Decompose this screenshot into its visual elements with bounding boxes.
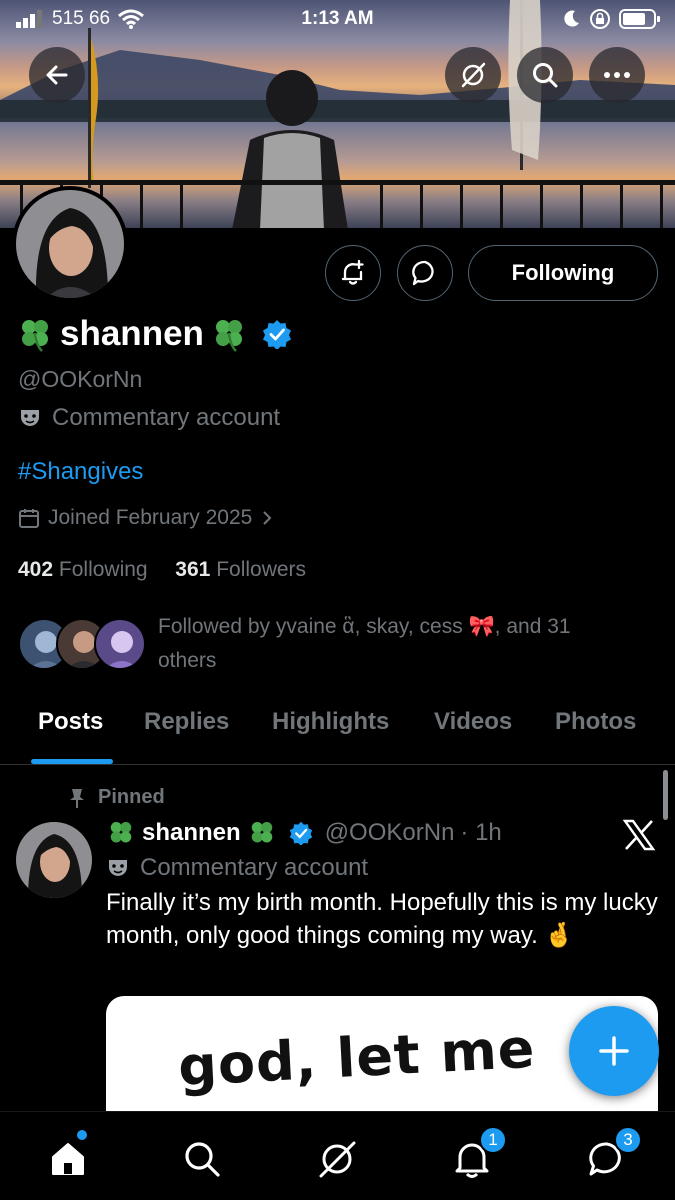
- post-author-avatar[interactable]: [16, 822, 92, 898]
- nav-search[interactable]: [177, 1134, 227, 1184]
- calendar-icon: [19, 509, 39, 528]
- scrollbar[interactable]: [663, 770, 668, 820]
- moon-icon: [564, 10, 579, 27]
- status-right: [561, 8, 661, 30]
- notifications-badge: 1: [479, 1126, 507, 1154]
- search-icon: [185, 1142, 220, 1177]
- post-author-handle[interactable]: @OOKorNn: [325, 819, 455, 847]
- banner-flag-left: [88, 28, 99, 188]
- joined-text: Joined February 2025: [48, 506, 253, 529]
- clover-emoji-icon: [22, 320, 48, 352]
- profile-handle: @OOKorNn: [18, 366, 143, 392]
- bell-plus-icon: [341, 259, 364, 285]
- followers-count-label: Followers: [216, 558, 307, 581]
- back-button[interactable]: [29, 47, 85, 103]
- chevron-right-icon: [263, 511, 272, 525]
- pinned-label: Pinned: [98, 786, 165, 808]
- account-label-text: Commentary account: [52, 404, 281, 431]
- post-header: shannen @OOKorNn · 1h: [106, 818, 502, 848]
- clover-emoji-icon: [251, 821, 272, 843]
- account-label[interactable]: Commentary account: [18, 404, 280, 432]
- x-logo-icon[interactable]: [622, 818, 656, 852]
- nav-messages[interactable]: 3: [582, 1126, 642, 1184]
- nav-grok[interactable]: [312, 1134, 362, 1184]
- pinned-indicator: Pinned: [68, 786, 165, 809]
- messages-badge: 3: [614, 1126, 642, 1154]
- more-button[interactable]: [589, 47, 645, 103]
- display-name-text: shannen: [60, 314, 204, 353]
- post-account-label-text: Commentary account: [140, 854, 369, 881]
- search-button[interactable]: [517, 47, 573, 103]
- nav-notifications[interactable]: 1: [447, 1126, 507, 1184]
- following-button[interactable]: Following: [468, 245, 658, 301]
- theater-mask-icon: [109, 860, 127, 876]
- post-media-text: god, let me: [176, 1016, 537, 1099]
- message-bubble-icon: [412, 260, 434, 286]
- theater-mask-icon: [21, 410, 39, 426]
- bio-hashtag[interactable]: #Shangives: [18, 458, 143, 486]
- home-notification-dot: [77, 1130, 87, 1140]
- plus-icon: [599, 1036, 629, 1066]
- notify-button[interactable]: [325, 245, 381, 301]
- post-text: Finally it’s my birth month. Hopefully t…: [106, 889, 658, 949]
- joined-date[interactable]: Joined February 2025: [18, 506, 274, 530]
- more-dots-icon: [604, 72, 630, 78]
- tab-posts[interactable]: Posts: [38, 708, 103, 736]
- avatar-photo: [16, 190, 124, 298]
- grok-button[interactable]: [445, 47, 501, 103]
- followed-by-text: Followed by yvaine ἃ, skay, cess 🎀, and …: [158, 615, 571, 672]
- active-tab-indicator: [31, 759, 113, 764]
- post-account-label: Commentary account: [106, 854, 368, 882]
- display-name: shannen: [16, 314, 292, 354]
- post-author-name[interactable]: shannen: [142, 819, 241, 847]
- message-button[interactable]: [397, 245, 453, 301]
- follow-counts: 402 Following 361 Followers: [18, 558, 306, 582]
- grok-slash-icon: [319, 1141, 356, 1178]
- follower-avatar: [94, 618, 146, 670]
- profile-tabs: Posts Replies Highlights Videos Photos: [0, 690, 675, 765]
- verified-badge-icon: [289, 821, 312, 845]
- tab-replies[interactable]: Replies: [144, 708, 229, 736]
- search-icon: [533, 63, 558, 88]
- arrow-left-icon: [46, 65, 68, 85]
- grok-slash-icon: [461, 62, 486, 88]
- compose-button[interactable]: [569, 1006, 659, 1096]
- status-bar: 515 66 1:13 AM: [0, 0, 675, 40]
- post-time: · 1h: [460, 819, 502, 846]
- followers-count: 361: [175, 558, 211, 581]
- following-count-link[interactable]: 402 Following: [18, 558, 153, 581]
- clover-emoji-icon: [215, 320, 242, 352]
- tab-photos[interactable]: Photos: [555, 708, 636, 736]
- tab-videos[interactable]: Videos: [434, 708, 512, 736]
- clover-emoji-icon: [110, 821, 132, 843]
- tab-highlights[interactable]: Highlights: [272, 708, 389, 736]
- following-count-label: Following: [58, 558, 148, 581]
- followers-count-link[interactable]: 361 Followers: [175, 558, 306, 581]
- nav-home[interactable]: [43, 1130, 93, 1184]
- post-avatar-photo: [16, 822, 92, 898]
- profile-avatar[interactable]: [12, 186, 128, 302]
- battery-icon: [619, 9, 660, 29]
- pin-icon: [70, 788, 84, 808]
- following-count: 402: [18, 558, 54, 581]
- verified-badge-icon[interactable]: [262, 319, 292, 349]
- rotation-lock-icon: [590, 9, 610, 29]
- home-icon: [52, 1143, 84, 1175]
- bottom-nav: 1 3: [0, 1111, 675, 1200]
